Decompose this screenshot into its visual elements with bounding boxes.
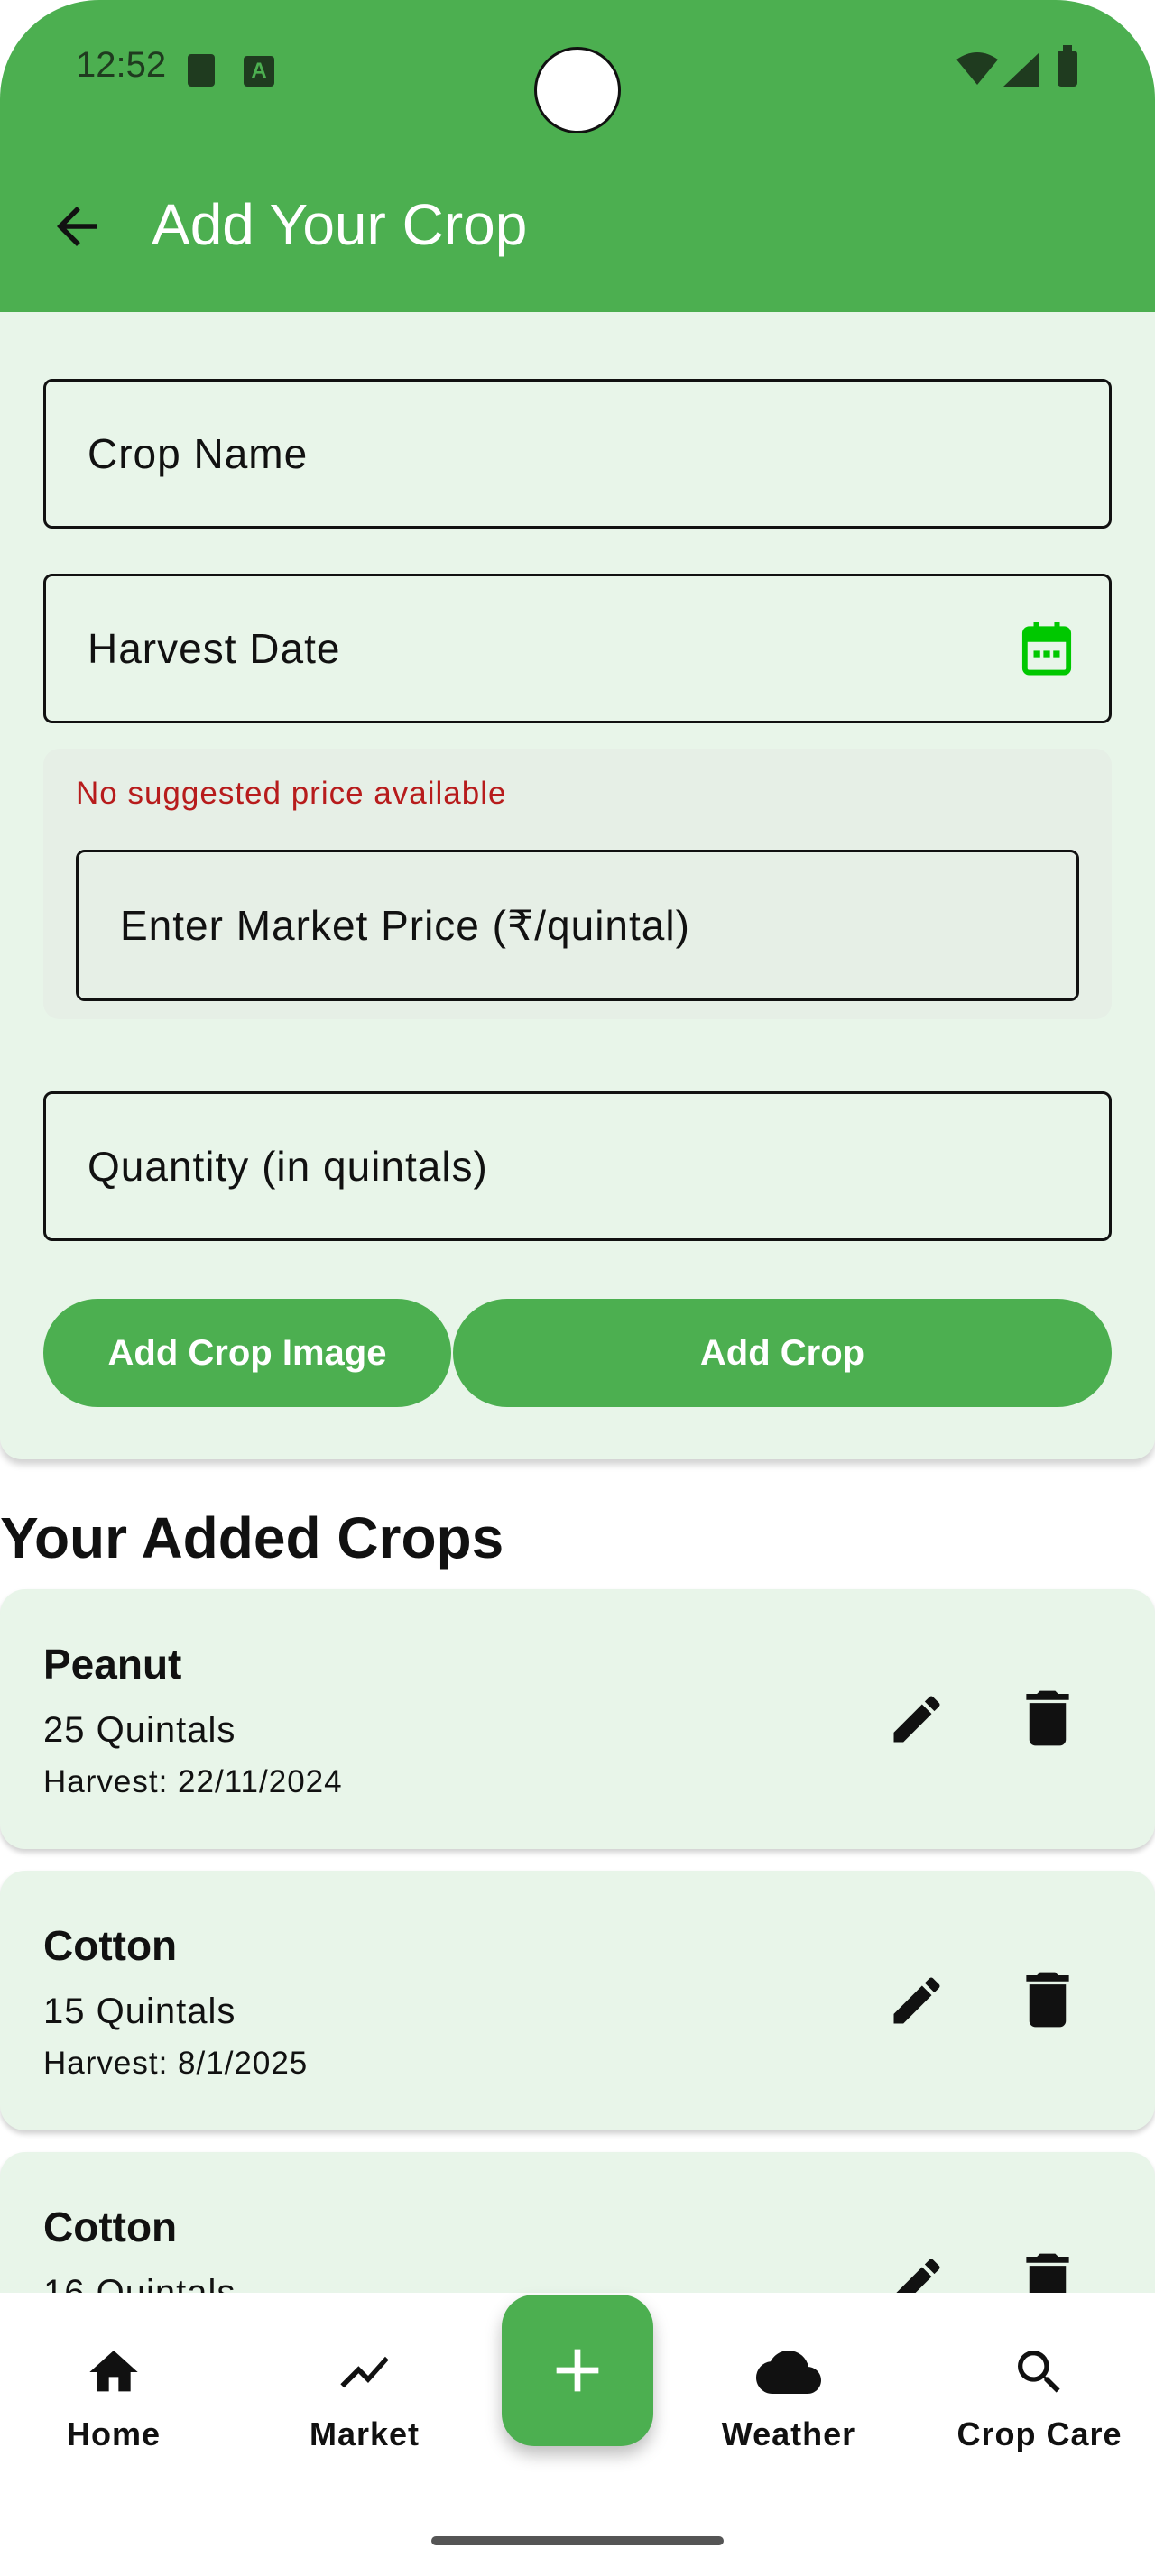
home-icon	[89, 2351, 138, 2392]
crop-name-field[interactable]: Crop Name	[43, 379, 1112, 529]
add-fab-button[interactable]	[502, 2295, 653, 2446]
price-suggestion-message: No suggested price available	[76, 776, 507, 811]
edit-icon[interactable]	[886, 1688, 947, 1750]
nav-item-home[interactable]: Home	[5, 2343, 222, 2453]
crop-card: Peanut 25 Quintals Harvest: 22/11/2024	[0, 1589, 1155, 1849]
nav-label: Crop Care	[956, 2415, 1123, 2452]
nav-item-weather[interactable]: Weather	[680, 2343, 897, 2453]
nav-label: Market	[309, 2415, 420, 2452]
harvest-date-field[interactable]: Harvest Date	[43, 574, 1112, 723]
calendar-icon[interactable]	[1021, 620, 1073, 677]
quantity-placeholder: Quantity (in quintals)	[88, 1143, 488, 1190]
cloud-icon	[756, 2351, 821, 2394]
crop-harvest-date: Harvest: 22/11/2024	[43, 1764, 343, 1799]
crop-name: Cotton	[43, 1922, 178, 1969]
add-crop-form: Crop Name Harvest Date No suggested pric…	[0, 312, 1155, 1459]
crop-name: Cotton	[43, 2203, 178, 2250]
plus-icon	[556, 2349, 599, 2392]
quantity-field[interactable]: Quantity (in quintals)	[43, 1091, 1112, 1241]
wifi-icon	[956, 52, 998, 85]
nav-label: Weather	[721, 2415, 856, 2452]
crop-harvest-date: Harvest: 8/1/2025	[43, 2046, 309, 2081]
trend-icon	[340, 2356, 389, 2388]
market-price-placeholder: Enter Market Price (₹/quintal)	[120, 902, 690, 949]
gesture-home-indicator[interactable]	[431, 2536, 724, 2545]
delete-icon[interactable]	[1023, 1687, 1072, 1750]
market-price-field[interactable]: Enter Market Price (₹/quintal)	[76, 850, 1079, 1001]
nav-item-crop-care[interactable]: Crop Care	[931, 2343, 1148, 2453]
app-bar: 12:52 A Add Your Crop	[0, 0, 1155, 312]
signal-icon	[1003, 52, 1040, 87]
delete-icon[interactable]	[1023, 1968, 1072, 2031]
status-time: 12:52	[76, 45, 167, 85]
crop-name-placeholder: Crop Name	[88, 430, 309, 477]
crop-name: Peanut	[43, 1641, 182, 1688]
harvest-date-placeholder: Harvest Date	[88, 625, 341, 672]
added-crops-heading: Your Added Crops	[0, 1505, 504, 1570]
edit-icon[interactable]	[886, 1970, 947, 2031]
add-crop-button[interactable]: Add Crop	[453, 1299, 1112, 1407]
battery-icon	[1058, 45, 1077, 87]
accessibility-notification-icon: A	[244, 56, 274, 87]
page-title: Add Your Crop	[152, 192, 528, 257]
crop-quantity: 25 Quintals	[43, 1710, 236, 1750]
front-camera-cutout	[534, 47, 621, 133]
crop-quantity: 15 Quintals	[43, 1992, 236, 2031]
nav-item-market[interactable]: Market	[256, 2343, 473, 2453]
crop-card: Cotton 15 Quintals Harvest: 8/1/2025	[0, 1871, 1155, 2130]
nav-label: Home	[66, 2415, 162, 2452]
back-arrow-icon[interactable]	[47, 197, 106, 256]
market-price-panel: No suggested price available Enter Marke…	[43, 749, 1112, 1019]
sd-card-icon	[188, 54, 215, 87]
add-crop-image-button[interactable]: Add Crop Image	[43, 1299, 451, 1407]
search-icon	[1018, 2351, 1060, 2393]
